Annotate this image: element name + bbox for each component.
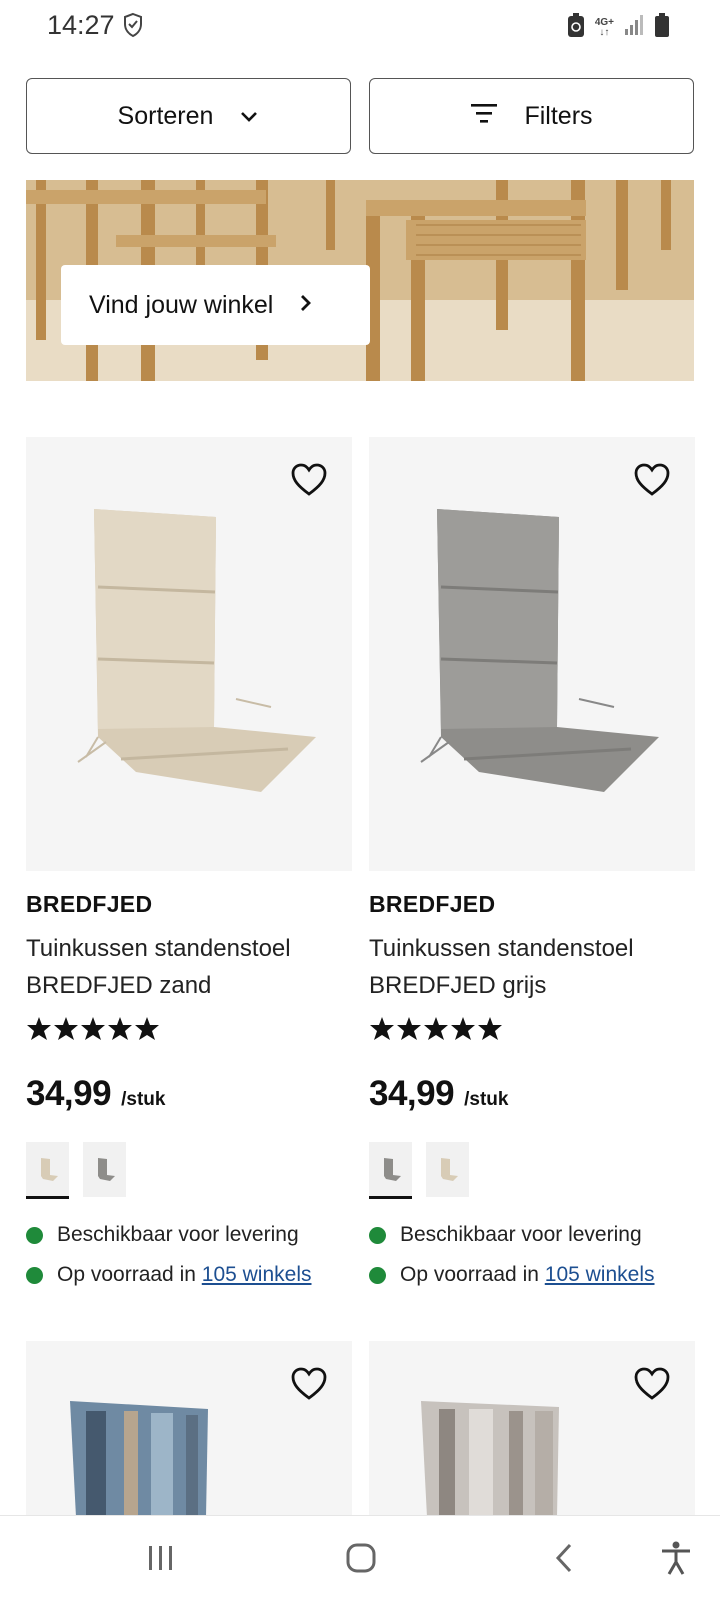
chevron-right-icon bbox=[299, 291, 313, 320]
delivery-availability: Beschikbaar voor levering bbox=[26, 1223, 352, 1247]
price-unit: /stuk bbox=[464, 1089, 509, 1110]
product-image[interactable] bbox=[369, 437, 695, 871]
product-title[interactable]: Tuinkussen standenstoel BREDFJED grijs bbox=[369, 930, 695, 1004]
color-swatches bbox=[369, 1142, 695, 1199]
star-icons bbox=[27, 1017, 159, 1040]
product-brand: BREDFJED bbox=[26, 891, 153, 917]
product-card[interactable]: BREDFJED Tuinkussen standenstoel BREDFJE… bbox=[26, 437, 352, 1287]
delivery-availability: Beschikbaar voor levering bbox=[369, 1223, 695, 1247]
filter-icon bbox=[470, 102, 498, 131]
star-icons bbox=[370, 1017, 502, 1040]
sort-button[interactable]: Sorteren bbox=[26, 78, 351, 154]
system-nav-bar bbox=[0, 1515, 720, 1600]
price-unit: /stuk bbox=[121, 1089, 166, 1110]
swatch-grey[interactable] bbox=[369, 1142, 412, 1199]
price: 34,99 bbox=[26, 1074, 112, 1113]
signal-icon bbox=[624, 14, 644, 41]
heart-icon[interactable] bbox=[290, 1365, 328, 1403]
product-card[interactable] bbox=[26, 1341, 352, 1517]
store-availability: Op voorraad in 105 winkels bbox=[369, 1263, 695, 1287]
price-row: 34,99 /stuk bbox=[369, 1074, 695, 1114]
status-bar: 14:27 4G+ ↓↑ bbox=[0, 0, 720, 52]
cushion-image bbox=[77, 509, 316, 792]
back-icon[interactable] bbox=[545, 1538, 585, 1578]
heart-icon[interactable] bbox=[290, 461, 328, 499]
find-store-label: Vind jouw winkel bbox=[89, 290, 274, 319]
store-availability: Op voorraad in 105 winkels bbox=[26, 1263, 352, 1287]
swatch-sand[interactable] bbox=[426, 1142, 469, 1197]
store-banner: Vind jouw winkel bbox=[26, 180, 694, 381]
shield-icon bbox=[122, 12, 144, 43]
find-store-button[interactable]: Vind jouw winkel bbox=[61, 265, 370, 345]
product-image[interactable] bbox=[26, 437, 352, 871]
stores-link[interactable]: 105 winkels bbox=[202, 1263, 312, 1286]
accessibility-icon[interactable] bbox=[656, 1538, 696, 1578]
filter-label: Filters bbox=[524, 101, 593, 130]
sort-label: Sorteren bbox=[117, 101, 214, 130]
rating-stars bbox=[369, 1016, 695, 1042]
product-image[interactable] bbox=[26, 1341, 352, 1517]
product-card[interactable]: BREDFJED Tuinkussen standenstoel BREDFJE… bbox=[369, 437, 695, 1287]
heart-icon[interactable] bbox=[633, 461, 671, 499]
rating-stars bbox=[26, 1016, 352, 1042]
product-image[interactable] bbox=[369, 1341, 695, 1517]
product-card[interactable] bbox=[369, 1341, 695, 1517]
heart-icon[interactable] bbox=[633, 1365, 671, 1403]
swatch-grey[interactable] bbox=[83, 1142, 126, 1197]
chevron-down-icon bbox=[239, 102, 259, 131]
filter-button[interactable]: Filters bbox=[369, 78, 694, 154]
status-time: 14:27 bbox=[47, 10, 115, 40]
availability-dot bbox=[369, 1266, 386, 1284]
status-icons: 4G+ ↓↑ bbox=[567, 12, 670, 43]
product-title[interactable]: Tuinkussen standenstoel BREDFJED zand bbox=[26, 930, 352, 1004]
swatch-sand[interactable] bbox=[26, 1142, 69, 1199]
network-type: 4G+ ↓↑ bbox=[594, 16, 614, 38]
product-brand: BREDFJED bbox=[369, 891, 496, 917]
home-icon[interactable] bbox=[341, 1538, 381, 1578]
battery-saver-icon bbox=[567, 12, 585, 43]
color-swatches bbox=[26, 1142, 352, 1199]
availability-dot bbox=[26, 1266, 43, 1284]
recent-apps-icon[interactable] bbox=[141, 1538, 181, 1578]
battery-icon bbox=[654, 12, 670, 43]
cushion-image bbox=[420, 509, 659, 792]
price: 34,99 bbox=[369, 1074, 455, 1113]
availability-dot bbox=[369, 1226, 386, 1244]
availability-dot bbox=[26, 1226, 43, 1244]
price-row: 34,99 /stuk bbox=[26, 1074, 352, 1114]
stores-link[interactable]: 105 winkels bbox=[545, 1263, 655, 1286]
